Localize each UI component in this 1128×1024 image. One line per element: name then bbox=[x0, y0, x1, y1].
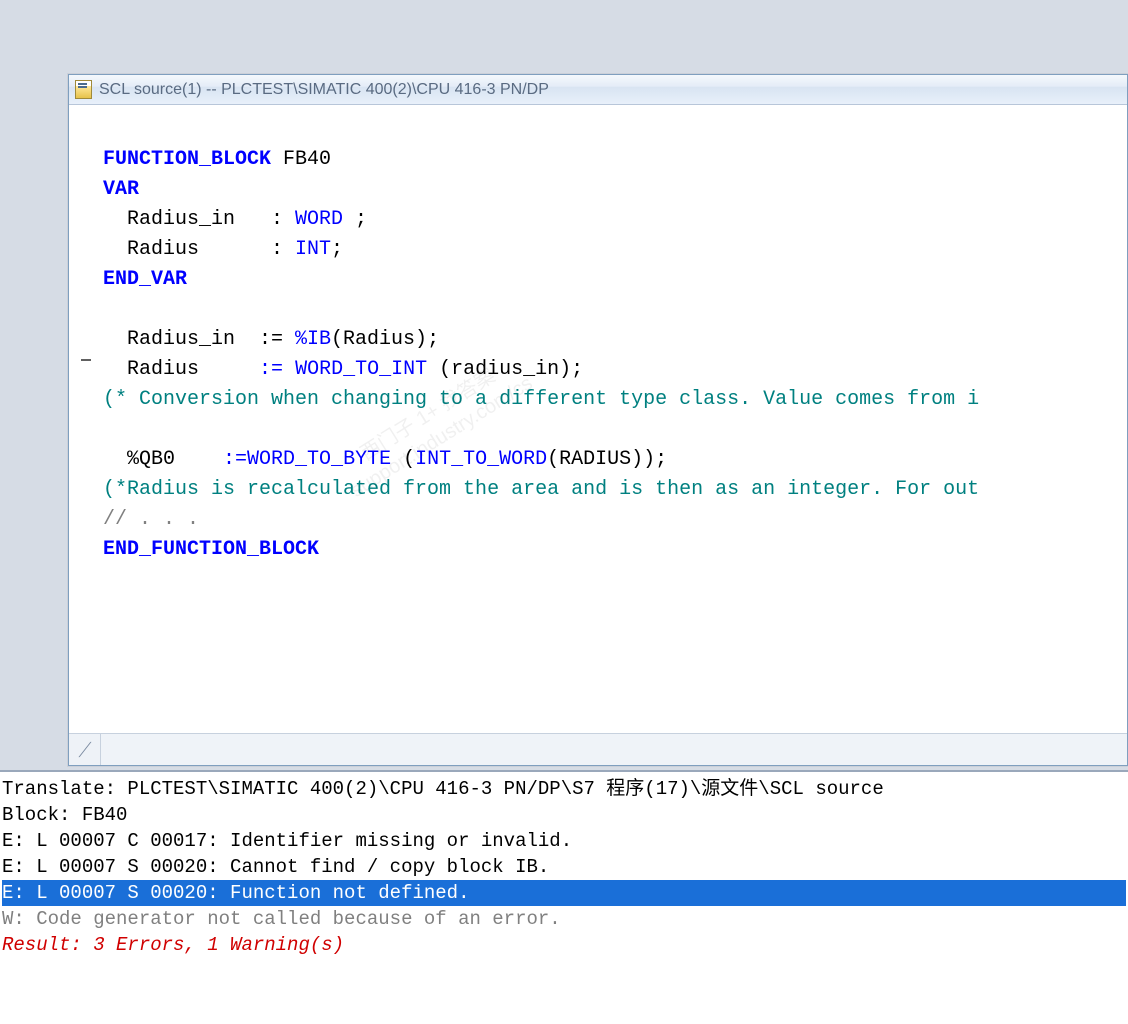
decl-radius-tail: ; bbox=[331, 238, 343, 261]
h-scrollbar[interactable] bbox=[101, 733, 1127, 765]
type-int: INT bbox=[295, 238, 331, 261]
scl-file-icon bbox=[75, 80, 92, 99]
comment-radius: (*Radius is recalculated from the area a… bbox=[103, 478, 979, 501]
type-word: WORD bbox=[295, 208, 343, 231]
fb-name: FB40 bbox=[271, 148, 331, 171]
out-err1: E: L 00007 C 00017: Identifier missing o… bbox=[2, 830, 572, 852]
out-err3-selected[interactable]: E: L 00007 S 00020: Function not defined… bbox=[2, 880, 1126, 906]
assign3-mid: ( bbox=[391, 448, 415, 471]
assign3-asgn: := bbox=[223, 448, 247, 471]
out-err2: E: L 00007 S 00020: Cannot find / copy b… bbox=[2, 856, 549, 878]
assign2-lhs: Radius bbox=[103, 358, 259, 381]
assign3-rest: (RADIUS)); bbox=[547, 448, 667, 471]
pct-ib: %IB bbox=[295, 328, 331, 351]
output-panel: Translate: PLCTEST\SIMATIC 400(2)\CPU 41… bbox=[0, 770, 1128, 1024]
assign3-lhs: %QB0 bbox=[103, 448, 223, 471]
h-scroll-area: ╱ bbox=[69, 733, 1127, 765]
editor-title: SCL source(1) -- PLCTEST\SIMATIC 400(2)\… bbox=[99, 81, 549, 99]
fn-word-to-byte: WORD_TO_BYTE bbox=[247, 448, 391, 471]
assign1-rest: (Radius); bbox=[331, 328, 439, 351]
editor-titlebar[interactable]: SCL source(1) -- PLCTEST\SIMATIC 400(2)\… bbox=[69, 75, 1127, 105]
split-resize-grip[interactable]: ╱ bbox=[69, 733, 101, 765]
out-translate: Translate: PLCTEST\SIMATIC 400(2)\CPU 41… bbox=[2, 778, 884, 800]
fold-marker[interactable] bbox=[81, 359, 91, 361]
assign2-asgn: := bbox=[259, 358, 283, 381]
kw-function-block: FUNCTION_BLOCK bbox=[103, 148, 271, 171]
decl-radius-in-name: Radius_in : bbox=[103, 208, 295, 231]
assign2-sp bbox=[283, 358, 295, 381]
editor-window: SCL source(1) -- PLCTEST\SIMATIC 400(2)\… bbox=[68, 74, 1128, 766]
out-warn: W: Code generator not called because of … bbox=[2, 908, 561, 930]
fn-int-to-word: INT_TO_WORD bbox=[415, 448, 547, 471]
decl-radius-name: Radius : bbox=[103, 238, 295, 261]
comment-conversion: (* Conversion when changing to a differe… bbox=[103, 388, 979, 411]
output-text[interactable]: Translate: PLCTEST\SIMATIC 400(2)\CPU 41… bbox=[0, 772, 1128, 958]
code-editor[interactable]: FUNCTION_BLOCK FB40 VAR Radius_in : WORD… bbox=[69, 105, 1127, 733]
out-block: Block: FB40 bbox=[2, 804, 127, 826]
out-result: Result: 3 Errors, 1 Warning(s) bbox=[2, 934, 344, 956]
assign1-lhs: Radius_in := bbox=[103, 328, 295, 351]
kw-end-function-block: END_FUNCTION_BLOCK bbox=[103, 538, 319, 561]
comment-ellipsis: // . . . bbox=[103, 508, 199, 531]
assign2-rest: (radius_in); bbox=[427, 358, 583, 381]
fn-word-to-int: WORD_TO_INT bbox=[295, 358, 427, 381]
kw-var: VAR bbox=[103, 178, 139, 201]
app-root: SCL source(1) -- PLCTEST\SIMATIC 400(2)\… bbox=[0, 0, 1128, 1024]
decl-radius-in-tail: ; bbox=[343, 208, 367, 231]
kw-end-var: END_VAR bbox=[103, 268, 187, 291]
